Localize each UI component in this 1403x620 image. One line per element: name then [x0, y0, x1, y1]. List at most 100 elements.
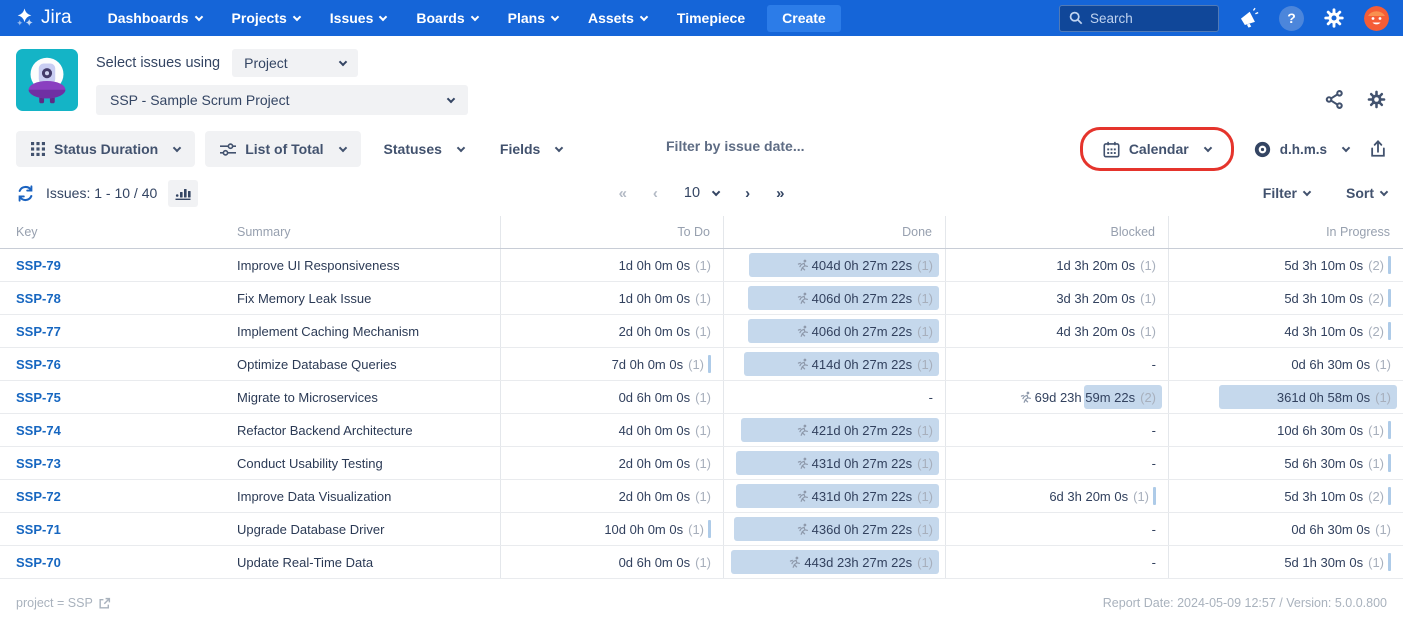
jira-logo[interactable]: Jira — [14, 7, 72, 29]
column-header-todo[interactable]: To Do — [500, 216, 723, 248]
duration-value: 431d 0h 27m 22s (1) — [796, 456, 933, 471]
column-header-blocked[interactable]: Blocked — [945, 216, 1168, 248]
running-status-icon — [797, 259, 808, 271]
report-info: Report Date: 2024-05-09 12:57 / Version:… — [1102, 596, 1387, 610]
report-type-dropdown[interactable]: Status Duration — [16, 131, 196, 167]
table-row: SSP-78 Fix Memory Leak Issue 1d 0h 0m 0s… — [0, 282, 1403, 315]
issue-count: (1) — [1133, 488, 1149, 504]
duration-value: 1d 3h 20m 0s (1) — [1056, 257, 1156, 273]
date-filter-input[interactable]: Filter by issue date... — [666, 122, 805, 170]
duration-value: 443d 23h 27m 22s (1) — [788, 555, 933, 570]
issue-key-link[interactable]: SSP-70 — [16, 555, 61, 570]
calendar-label: Calendar — [1128, 141, 1189, 157]
issue-key-link[interactable]: SSP-71 — [16, 522, 61, 537]
issue-key-link[interactable]: SSP-78 — [16, 291, 61, 306]
settings-icon[interactable] — [1323, 7, 1345, 29]
last-page-button[interactable]: » — [776, 185, 784, 202]
issue-key-link[interactable]: SSP-73 — [16, 456, 61, 471]
nav-item-boards[interactable]: Boards — [416, 10, 479, 26]
issue-key-link[interactable]: SSP-72 — [16, 489, 61, 504]
share-icon[interactable] — [1325, 90, 1344, 109]
refresh-icon[interactable] — [16, 184, 35, 203]
issue-count: (1) — [1375, 521, 1391, 537]
jql-query-text: project = SSP — [16, 596, 93, 610]
select-mode-dropdown[interactable]: Project — [232, 49, 359, 77]
issue-count: (1) — [695, 389, 711, 405]
blocked-duration-cell: 4d 3h 20m 0s (1) — [945, 315, 1168, 347]
issue-count: (2) — [1368, 323, 1384, 339]
report-type-value: Status Duration — [54, 141, 159, 157]
column-header-done[interactable]: Done — [723, 216, 945, 248]
filter-dropdown[interactable]: Filter — [1263, 185, 1312, 201]
duration-value: - — [1151, 521, 1156, 537]
nav-item-timepiece[interactable]: Timepiece — [677, 10, 745, 26]
calendar-highlight-oval: Calendar — [1079, 127, 1234, 171]
blocked-duration-cell: - — [945, 546, 1168, 578]
first-page-button[interactable]: « — [619, 185, 627, 202]
column-header-key[interactable]: Key — [0, 216, 230, 248]
mini-duration-bar — [1388, 553, 1391, 571]
done-duration-cell: 436d 0h 27m 22s (1) — [723, 513, 945, 545]
done-duration-cell: - — [723, 381, 945, 413]
export-icon[interactable] — [1369, 140, 1387, 158]
duration-format-dropdown[interactable]: d.h.m.s — [1250, 131, 1353, 167]
fields-dropdown[interactable]: Fields — [487, 131, 575, 167]
next-page-button[interactable]: › — [745, 185, 750, 202]
table-row: SSP-70 Update Real-Time Data 0d 6h 0m 0s… — [0, 546, 1403, 579]
blocked-duration-cell: 1d 3h 20m 0s (1) — [945, 249, 1168, 281]
mini-duration-bar — [1153, 487, 1156, 505]
duration-value: - — [1151, 356, 1156, 372]
issue-key-link[interactable]: SSP-75 — [16, 390, 61, 405]
duration-value: 361d 0h 58m 0s (1) — [1276, 389, 1391, 405]
user-avatar[interactable] — [1364, 5, 1389, 31]
chart-view-button[interactable] — [168, 179, 199, 207]
prev-page-button[interactable]: ‹ — [653, 185, 658, 202]
duration-value: 2d 0h 0m 0s (1) — [618, 488, 711, 504]
nav-item-plans[interactable]: Plans — [508, 10, 560, 26]
help-icon[interactable]: ? — [1279, 5, 1304, 31]
todo-duration-cell: 4d 0h 0m 0s (1) — [500, 414, 723, 446]
search-box[interactable] — [1059, 4, 1219, 32]
view-mode-dropdown[interactable]: List of Total — [205, 131, 361, 167]
todo-duration-cell: 2d 0h 0m 0s (1) — [500, 447, 723, 479]
blocked-duration-cell: - — [945, 414, 1168, 446]
nav-item-issues[interactable]: Issues — [330, 10, 388, 26]
gear-icon[interactable] — [1366, 89, 1387, 110]
create-button[interactable]: Create — [767, 4, 841, 32]
issue-count: (1) — [917, 488, 933, 504]
blocked-duration-cell: 6d 3h 20m 0s (1) — [945, 480, 1168, 512]
search-icon — [1069, 11, 1083, 25]
duration-value: 5d 3h 10m 0s (2) — [1284, 488, 1384, 504]
nav-item-projects[interactable]: Projects — [232, 10, 302, 26]
nav-item-dashboards[interactable]: Dashboards — [108, 10, 203, 26]
duration-value: 436d 0h 27m 22s (1) — [796, 522, 933, 537]
done-duration-cell: 443d 23h 27m 22s (1) — [723, 546, 945, 578]
column-header-inprogress[interactable]: In Progress — [1168, 216, 1403, 248]
sort-dropdown[interactable]: Sort — [1346, 185, 1389, 201]
chevron-down-icon — [338, 143, 347, 152]
issue-count: (1) — [1140, 257, 1156, 273]
issue-key-link[interactable]: SSP-77 — [16, 324, 61, 339]
issue-count: (1) — [695, 290, 711, 306]
issue-key-link[interactable]: SSP-79 — [16, 258, 61, 273]
inprogress-duration-cell: 5d 3h 10m 0s (2) — [1168, 249, 1403, 281]
search-input[interactable] — [1090, 10, 1200, 26]
page-size-dropdown[interactable]: 10 — [684, 185, 721, 201]
duration-value: 0d 6h 0m 0s (1) — [618, 389, 711, 405]
issue-key-link[interactable]: SSP-76 — [16, 357, 61, 372]
jql-query-link[interactable]: project = SSP — [16, 596, 111, 610]
inprogress-duration-cell: 5d 3h 10m 0s (2) — [1168, 480, 1403, 512]
announcement-icon[interactable] — [1238, 7, 1260, 29]
issue-key-link[interactable]: SSP-74 — [16, 423, 61, 438]
column-header-summary[interactable]: Summary — [230, 216, 500, 248]
issue-count: (1) — [1375, 389, 1391, 405]
chevron-down-icon — [470, 12, 479, 21]
todo-duration-cell: 1d 0h 0m 0s (1) — [500, 249, 723, 281]
duration-value: 69d 23h 59m 22s (2) — [1019, 390, 1156, 405]
done-duration-cell: 431d 0h 27m 22s (1) — [723, 447, 945, 479]
nav-item-assets[interactable]: Assets — [588, 10, 649, 26]
project-dropdown[interactable]: SSP - Sample Scrum Project — [96, 85, 468, 115]
statuses-dropdown[interactable]: Statuses — [371, 131, 477, 167]
calendar-dropdown[interactable]: Calendar — [1090, 131, 1224, 167]
app-icon — [16, 49, 78, 111]
